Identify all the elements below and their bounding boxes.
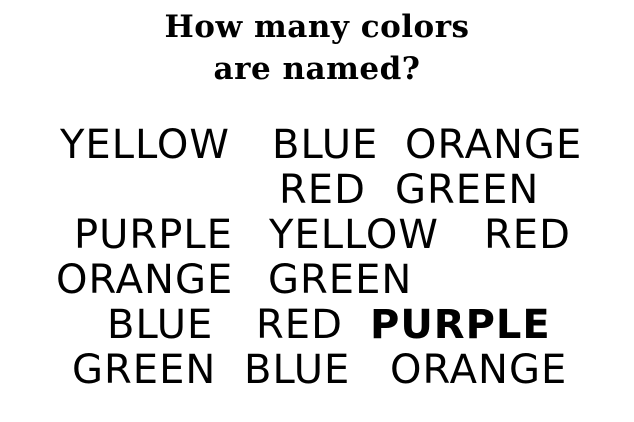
color-word: RED (279, 167, 366, 213)
color-word: ORANGE (390, 347, 568, 393)
color-word: BLUE (244, 347, 351, 393)
color-word: ORANGE (405, 122, 583, 168)
color-word: YELLOW (269, 212, 439, 258)
color-word: BLUE (107, 302, 214, 348)
title-line-2: are named? (213, 51, 421, 87)
color-word: PURPLE (370, 302, 551, 348)
color-word: YELLOW (60, 122, 230, 168)
color-word: GREEN (72, 347, 217, 393)
color-word: RED (484, 212, 571, 258)
color-word: PURPLE (74, 212, 233, 258)
color-word: BLUE (272, 122, 379, 168)
color-word: GREEN (395, 167, 540, 213)
color-word: ORANGE (56, 257, 234, 303)
title-line-1: How many colors (164, 9, 470, 45)
color-word: GREEN (268, 257, 413, 303)
color-word: RED (256, 302, 343, 348)
